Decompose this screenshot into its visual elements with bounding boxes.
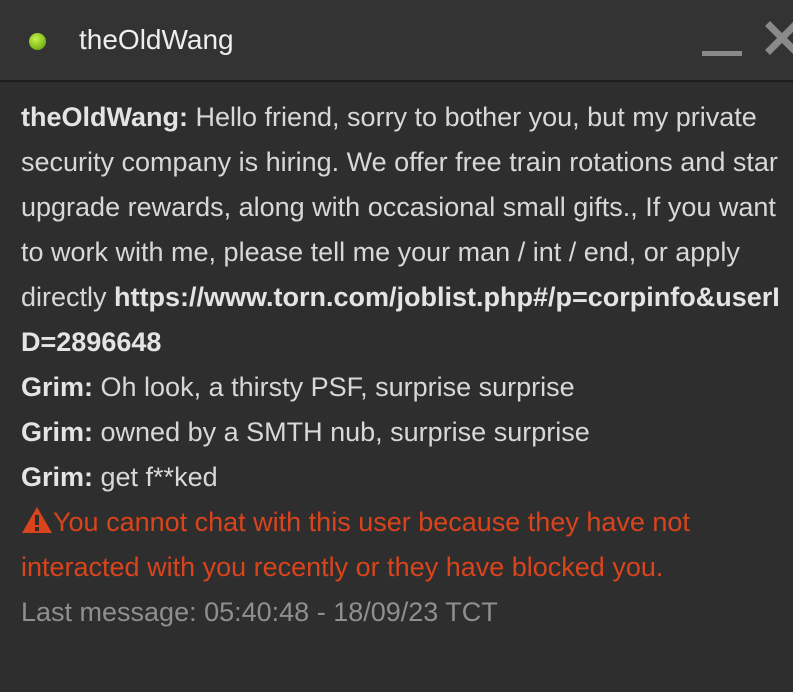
message-text: owned by a SMTH nub, surprise surprise (93, 417, 590, 447)
close-button[interactable] (760, 18, 793, 62)
online-status-icon (29, 33, 46, 50)
chat-message: Grim: owned by a SMTH nub, surprise surp… (21, 410, 781, 455)
minimize-icon (702, 51, 742, 56)
message-author: theOldWang: (21, 102, 188, 132)
warning-text: You cannot chat with this user because t… (21, 507, 690, 582)
blocked-warning: You cannot chat with this user because t… (21, 500, 781, 590)
message-author: Grim: (21, 372, 94, 402)
message-text: Oh look, a thirsty PSF, surprise surpris… (93, 372, 575, 402)
chat-header[interactable]: theOldWang (0, 0, 793, 82)
message-author: Grim: (21, 462, 94, 492)
minimize-button[interactable] (700, 18, 744, 62)
chat-message: theOldWang: Hello friend, sorry to bothe… (21, 95, 781, 365)
message-link[interactable]: https://www.torn.com/joblist.php#/p=corp… (21, 282, 780, 357)
message-list: theOldWang: Hello friend, sorry to bothe… (21, 95, 781, 635)
chat-title: theOldWang (79, 24, 234, 55)
warning-triangle-icon (22, 507, 52, 533)
message-text: get f**ked (93, 462, 218, 492)
last-message-timestamp: Last message: 05:40:48 - 18/09/23 TCT (21, 597, 498, 627)
close-icon (765, 21, 793, 55)
chat-message: Grim: Oh look, a thirsty PSF, surprise s… (21, 365, 781, 410)
message-text: Hello friend, sorry to bother you, but m… (21, 102, 778, 312)
chat-window: theOldWang theOldWang: Hello friend, sor… (0, 0, 793, 692)
chat-message: Grim: get f**ked (21, 455, 781, 500)
message-author: Grim: (21, 417, 94, 447)
